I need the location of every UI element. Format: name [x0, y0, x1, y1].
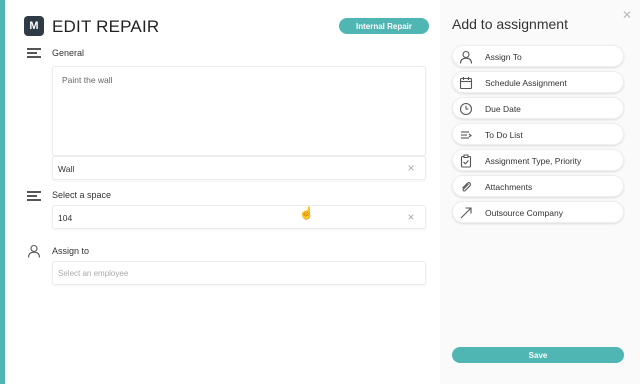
clock-icon — [459, 102, 473, 116]
action-label: To Do List — [485, 130, 523, 140]
action-outsource-company[interactable]: Outsource Company — [452, 201, 624, 223]
action-label: Schedule Assignment — [485, 78, 567, 88]
add-to-assignment-panel: Add to assignment ✕ Assign To Schedule A… — [440, 0, 640, 384]
left-accent-bar — [0, 0, 5, 384]
action-due-date[interactable]: Due Date — [452, 97, 624, 119]
employee-placeholder: Select an employee — [58, 269, 129, 278]
person-icon — [459, 50, 473, 64]
list-icon — [461, 131, 472, 139]
action-to-do-list[interactable]: To Do List — [452, 123, 624, 145]
action-schedule-assignment[interactable]: Schedule Assignment — [452, 71, 624, 93]
clear-space-icon[interactable]: × — [405, 211, 417, 223]
description-textarea[interactable]: Paint the wall — [52, 66, 426, 156]
location-field[interactable]: Wall × — [52, 156, 426, 180]
action-label: Attachments — [485, 182, 533, 192]
arrow-out-icon — [460, 207, 472, 219]
space-field[interactable]: 104 × — [52, 205, 426, 229]
description-text: Paint the wall — [62, 75, 113, 85]
page-title: EDIT REPAIR — [52, 17, 160, 36]
clear-location-icon[interactable]: × — [405, 162, 417, 174]
panel-title: Add to assignment — [452, 16, 568, 32]
action-assignment-type-priority[interactable]: Assignment Type, Priority — [452, 149, 624, 171]
location-value: Wall — [58, 164, 75, 174]
space-value: 104 — [58, 213, 73, 223]
clipboard-icon — [460, 154, 472, 168]
employee-select[interactable]: Select an employee — [52, 261, 426, 285]
action-label: Assign To — [485, 52, 522, 62]
save-button[interactable]: Save — [452, 347, 624, 363]
building-badge: M — [24, 16, 44, 36]
lines-icon — [27, 191, 41, 203]
general-label: General — [52, 48, 85, 58]
close-icon[interactable]: ✕ — [622, 8, 632, 22]
action-label: Assignment Type, Priority — [485, 156, 582, 166]
action-label: Outsource Company — [485, 208, 563, 218]
form-header: M EDIT REPAIR Internal Repair — [24, 16, 429, 38]
action-assign-to[interactable]: Assign To — [452, 45, 624, 67]
paperclip-icon — [462, 182, 472, 192]
person-icon — [27, 244, 41, 258]
repair-form: M EDIT REPAIR Internal Repair General Pa… — [20, 10, 440, 384]
action-attachments[interactable]: Attachments — [452, 175, 624, 197]
mouse-cursor-icon: ☝ — [299, 206, 314, 220]
repair-type-pill[interactable]: Internal Repair — [339, 18, 429, 34]
action-label: Due Date — [485, 104, 521, 114]
calendar-icon — [459, 77, 473, 90]
assign-label: Assign to — [52, 246, 90, 256]
space-label: Select a space — [52, 190, 112, 200]
edit-repair-page: M EDIT REPAIR Internal Repair General Pa… — [0, 0, 640, 384]
lines-icon — [27, 48, 41, 60]
